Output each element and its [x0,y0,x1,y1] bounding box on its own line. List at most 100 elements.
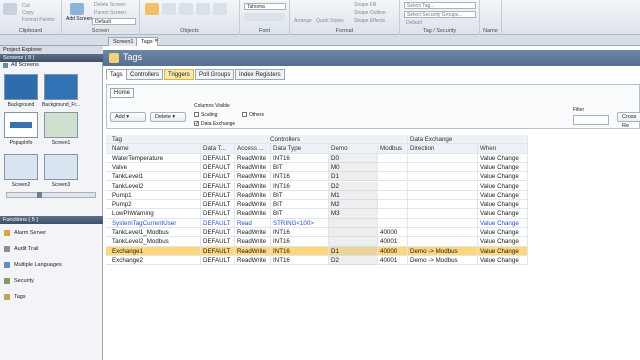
cell-modbus[interactable]: 40000 [378,228,408,238]
cell-when[interactable]: Value Change [478,190,528,201]
cell-data-template[interactable]: DEFAULT [201,228,235,238]
function-item-multiple-languages[interactable]: Multiple Languages [4,260,100,270]
cell-direction[interactable] [408,190,478,201]
cell-data-template[interactable]: DEFAULT [201,190,235,201]
screen-thumb-screen2[interactable] [4,154,38,180]
cell-direction[interactable] [408,153,478,163]
shape-effects-button[interactable]: Shape Effects [354,18,385,24]
cell-direction[interactable] [408,200,478,210]
cell-direction[interactable] [408,237,478,247]
filter-input[interactable] [573,115,609,125]
cell-access[interactable]: Read [235,218,271,228]
cell-demo[interactable]: D0 [329,153,378,163]
table-row[interactable]: Exchange2 DEFAULT ReadWrite INT16 D2 40001 Dem… [106,255,528,266]
cell-data-type[interactable]: INT16 [271,228,329,238]
cell-modbus[interactable] [378,209,408,219]
column-header-when[interactable]: When [478,144,528,154]
arrange-button[interactable]: Arrange [294,18,312,24]
cell-direction[interactable] [408,218,478,228]
function-item-alarm-server[interactable]: Alarm Server [4,228,100,238]
format-painter-button[interactable]: Format Painter [22,17,55,23]
cell-data-type[interactable]: BIT [271,209,329,219]
scaling-checkbox[interactable]: Scaling [194,112,217,118]
table-row[interactable]: WaterTemperature DEFAULT ReadWrite INT16 D0 V… [106,153,528,163]
cut-button[interactable]: Cut [22,3,30,9]
cross-reference-button[interactable]: Cross Re [617,112,640,129]
shape-outline-button[interactable]: Shape Outline [354,10,386,16]
column-header-modbus[interactable]: Modbus [378,144,408,154]
cell-data-template[interactable]: DEFAULT [201,209,235,219]
image-icon[interactable] [213,3,227,15]
cell-data-template[interactable]: DEFAULT [201,218,235,228]
cell-direction[interactable] [408,181,478,191]
cell-access[interactable]: ReadWrite [235,162,271,173]
cell-when[interactable]: Value Change [478,181,528,191]
select-security-groups-combo[interactable]: Select Security Groups... [404,11,476,18]
cell-modbus[interactable] [378,181,408,191]
delete-button[interactable]: Delete ▾ [150,112,186,122]
cell-demo[interactable]: M3 [329,209,378,219]
cell-name[interactable]: WaterTemperature [106,153,201,163]
cell-demo[interactable]: D2 [329,181,378,191]
add-screen-icon[interactable] [70,3,84,15]
cell-name[interactable]: Pump2 [106,200,201,210]
table-row[interactable]: LowPhWarning DEFAULT ReadWrite BIT M3 Value C… [106,209,528,219]
add-screen-button[interactable]: Add Screen [66,16,92,22]
line-icon[interactable] [179,3,193,15]
cell-data-template[interactable]: DEFAULT [201,162,235,173]
cell-access[interactable]: ReadWrite [235,209,271,219]
cell-when[interactable]: Value Change [478,200,528,210]
cell-data-type[interactable]: INT16 [271,246,329,256]
column-header-data-template[interactable]: Data T... [201,144,235,154]
screen-thumb-screen1[interactable] [44,112,78,138]
cell-when[interactable]: Value Change [478,172,528,182]
cell-data-type[interactable]: BIT [271,162,329,173]
function-item-audit-trail[interactable]: Audit Trail [4,244,100,254]
table-row[interactable]: SystemTagCurrentUser DEFAULT Read STRING<10… [106,218,528,228]
others-checkbox[interactable]: Others [242,112,264,118]
cell-direction[interactable] [408,172,478,182]
cell-modbus[interactable] [378,162,408,173]
cell-demo[interactable]: M0 [329,162,378,173]
cell-data-template[interactable]: DEFAULT [201,153,235,163]
cell-modbus[interactable] [378,153,408,163]
cell-when[interactable]: Value Change [478,153,528,163]
all-screens-label[interactable]: All Screens [11,62,39,68]
tab-poll-groups[interactable]: Poll Groups [195,69,235,80]
cell-modbus[interactable] [378,218,408,228]
cell-data-type[interactable]: INT16 [271,181,329,191]
cell-name[interactable]: LowPhWarning [106,209,201,219]
cell-data-type[interactable]: BIT [271,190,329,201]
cell-data-type[interactable]: BIT [271,200,329,210]
screen-thumb-background-fr[interactable] [44,74,78,100]
cell-access[interactable]: ReadWrite [235,255,271,266]
cell-data-type[interactable]: INT16 [271,153,329,163]
cell-demo[interactable] [329,237,378,247]
cell-name[interactable]: TankLevel1_Modbus [106,228,201,238]
parent-screen-select[interactable]: Default [92,18,136,25]
cell-modbus[interactable]: 40001 [378,237,408,247]
text-icon[interactable] [196,3,210,15]
quick-styles-button[interactable]: Quick Styles [316,18,344,24]
function-item-tags[interactable]: Tags [4,292,100,302]
cell-data-type[interactable]: INT16 [271,255,329,266]
cell-modbus[interactable]: 40001 [378,255,408,266]
screen-thumb-popupinfo[interactable] [4,112,38,138]
pointer-icon[interactable] [145,3,159,15]
paste-icon[interactable] [3,3,17,15]
table-row[interactable]: Valve DEFAULT ReadWrite BIT M0 Value Change [106,162,528,173]
font-select[interactable]: Tahoma [244,3,286,10]
cell-direction[interactable] [408,228,478,238]
column-header-name[interactable]: Name [106,144,201,154]
cell-modbus[interactable]: 40000 [378,246,408,256]
cell-modbus[interactable] [378,200,408,210]
thumbnail-size-slider[interactable] [6,192,96,198]
cell-data-type[interactable]: INT16 [271,172,329,182]
add-button[interactable]: Add ▾ [110,112,146,122]
shape-icon[interactable] [162,3,176,15]
table-row[interactable]: Exchange1 DEFAULT ReadWrite INT16 D1 40000 Dem… [106,246,528,256]
cell-access[interactable]: ReadWrite [235,153,271,163]
cell-access[interactable]: ReadWrite [235,246,271,256]
cell-when[interactable]: Value Change [478,237,528,247]
cell-name[interactable]: SystemTagCurrentUser [106,218,201,228]
